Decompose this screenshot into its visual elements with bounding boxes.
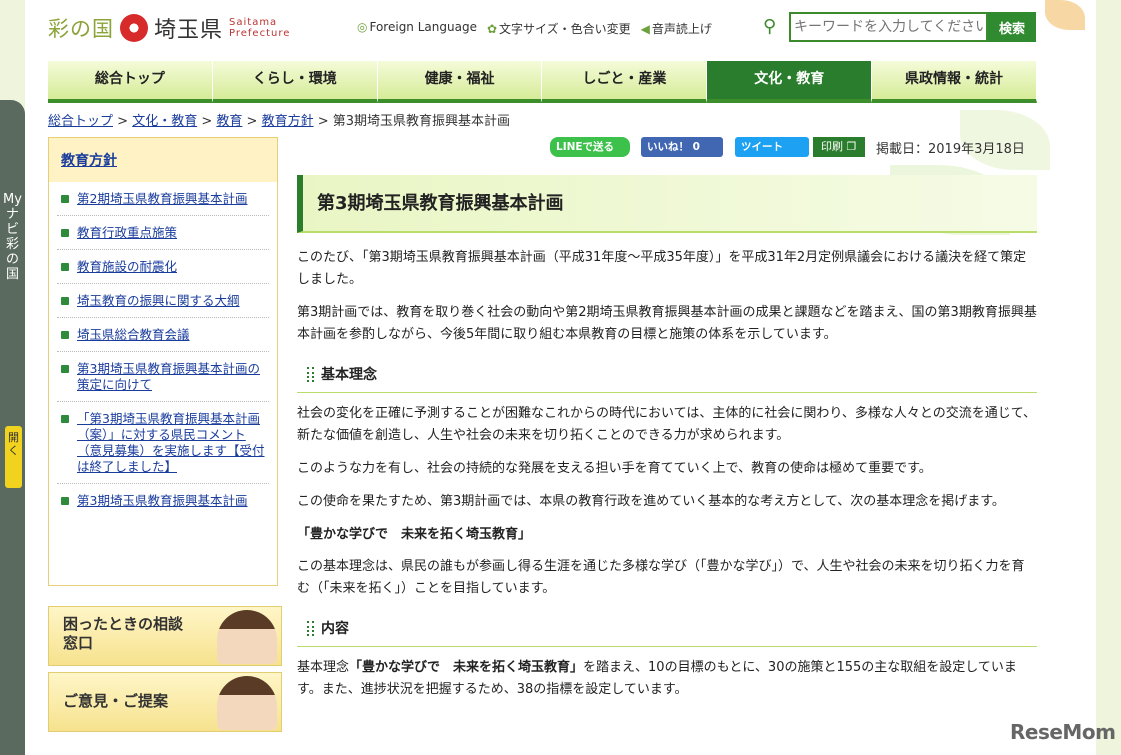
- paragraph: 基本理念「豊かな学びで 未来を拓く埼玉教育」を踏まえ、10の目標のもとに、30の…: [297, 660, 1017, 697]
- speaker-icon: ◀: [640, 22, 650, 36]
- local-nav-heading: 教育方針: [49, 138, 277, 182]
- paragraph: 第3期計画では、教育を取り巻く社会の動向や第2期埼玉県教育振興基本計画の成果と課…: [297, 305, 1037, 342]
- breadcrumb-link[interactable]: 教育方針: [262, 114, 314, 129]
- search-input[interactable]: [789, 12, 988, 42]
- local-nav-item[interactable]: 「第3期埼玉県教育振興基本計画（案）」に対する県民コメント（意見募集）を実施しま…: [57, 402, 269, 484]
- main-content: このたび、「第3期埼玉県教育振興基本計画（平成31年度～平成35年度）」を平成3…: [297, 247, 1037, 712]
- paragraph: この基本理念は、県民の誰もが参画し得る生涯を通じた多様な学び（「豊かな学び」）で…: [297, 559, 1025, 596]
- logo-english: Saitama Prefecture: [229, 17, 291, 39]
- local-nav-item[interactable]: 埼玉県総合教育会議: [57, 318, 269, 352]
- print-button[interactable]: 印刷 ❐: [813, 137, 865, 157]
- print-icon: ❐: [846, 140, 857, 153]
- nav-item-work[interactable]: しごと・産業: [542, 61, 708, 103]
- family-photo-icon: [217, 676, 277, 730]
- section-heading-content: 内容: [297, 614, 1037, 647]
- section-heading-basic-philosophy: 基本理念: [297, 360, 1037, 393]
- local-nav-item[interactable]: 第3期埼玉県教育振興基本計画の策定に向けて: [57, 352, 269, 402]
- font-size-color-link[interactable]: ✿ 文字サイズ・色合い変更: [487, 20, 631, 37]
- watermark-logo: ReseMom: [1010, 720, 1116, 744]
- nav-item-top[interactable]: 総合トップ: [48, 61, 213, 103]
- gear-icon: ✿: [486, 22, 498, 36]
- posted-date: 掲載日：2019年3月18日: [876, 142, 1025, 157]
- nav-item-government[interactable]: 県政情報・統計: [872, 61, 1037, 103]
- local-nav-item[interactable]: 第2期埼玉県教育振興基本計画: [57, 182, 269, 216]
- motto: 「豊かな学びで 未来を拓く埼玉教育」: [297, 527, 532, 542]
- line-share-button[interactable]: LINEで送る: [550, 137, 630, 157]
- operator-photo-icon: [217, 610, 277, 664]
- logo-sainokuni: 彩の国: [48, 17, 114, 41]
- consultation-banner[interactable]: 困ったときの相談窓口: [48, 606, 282, 666]
- search-icon: ⚲: [763, 16, 777, 37]
- nav-item-culture-education[interactable]: 文化・教育: [707, 61, 873, 103]
- search-button[interactable]: 検索: [988, 12, 1036, 42]
- local-nav-item[interactable]: 教育行政重点施策: [57, 216, 269, 250]
- paragraph: このたび、「第3期埼玉県教育振興基本計画（平成31年度～平成35年度）」を平成3…: [297, 250, 1027, 287]
- local-nav: 教育方針 第2期埼玉県教育振興基本計画 教育行政重点施策 教育施設の耐震化 埼玉…: [48, 137, 278, 586]
- breadcrumb-link[interactable]: 文化・教育: [132, 114, 197, 129]
- breadcrumb-current: 第3期埼玉県教育振興基本計画: [332, 114, 511, 129]
- paragraph: この使命を果たすため、第3期計画では、本県の教育行政を進めていく基本的な考え方と…: [297, 494, 1005, 509]
- page-title: 第3期埼玉県教育振興基本計画: [297, 175, 1037, 233]
- search-bar: ⚲ 検索: [763, 12, 1036, 42]
- facebook-like-button[interactable]: いいね！ 0: [641, 137, 723, 157]
- my-navi-side-tab[interactable]: Myナビ 彩の国 開く: [0, 100, 25, 755]
- local-nav-heading-link[interactable]: 教育方針: [61, 153, 117, 169]
- paragraph: このような力を有し、社会の持続的な発展を支える担い手を育てていく上で、教育の使命…: [297, 461, 932, 476]
- utility-links: ◎ Foreign Language ✿ 文字サイズ・色合い変更 ◀ 音声読上げ: [357, 20, 712, 37]
- breadcrumb: 総合トップ > 文化・教育 > 教育 > 教育方針 > 第3期埼玉県教育振興基本…: [48, 114, 511, 129]
- tweet-button[interactable]: ツイート: [735, 137, 809, 157]
- local-nav-item[interactable]: 埼玉教育の振興に関する大綱: [57, 284, 269, 318]
- global-nav: 総合トップ くらし・環境 健康・福祉 しごと・産業 文化・教育 県政情報・統計: [48, 61, 1037, 103]
- read-aloud-link[interactable]: ◀ 音声読上げ: [641, 20, 712, 37]
- my-navi-label: Myナビ 彩の国: [3, 192, 22, 282]
- logo-prefecture: 埼玉県: [154, 18, 224, 43]
- nav-item-health[interactable]: 健康・福祉: [377, 61, 543, 103]
- globe-icon: ◎: [357, 20, 368, 34]
- open-side-tab-button[interactable]: 開く: [5, 426, 22, 488]
- foreign-language-link[interactable]: ◎ Foreign Language: [357, 20, 477, 37]
- local-nav-item[interactable]: 第3期埼玉県教育振興基本計画: [57, 484, 269, 517]
- site-logo[interactable]: 彩の国 埼玉県 Saitama Prefecture: [48, 12, 299, 44]
- nav-item-living[interactable]: くらし・環境: [212, 61, 378, 103]
- feedback-banner[interactable]: ご意見・ご提案: [48, 672, 282, 732]
- paragraph: 社会の変化を正確に予測することが困難なこれからの時代においては、主体的に社会に関…: [297, 406, 1037, 443]
- prefecture-emblem-icon: [120, 14, 148, 42]
- local-nav-item[interactable]: 教育施設の耐震化: [57, 250, 269, 284]
- breadcrumb-link[interactable]: 教育: [216, 114, 242, 129]
- breadcrumb-link[interactable]: 総合トップ: [48, 114, 113, 129]
